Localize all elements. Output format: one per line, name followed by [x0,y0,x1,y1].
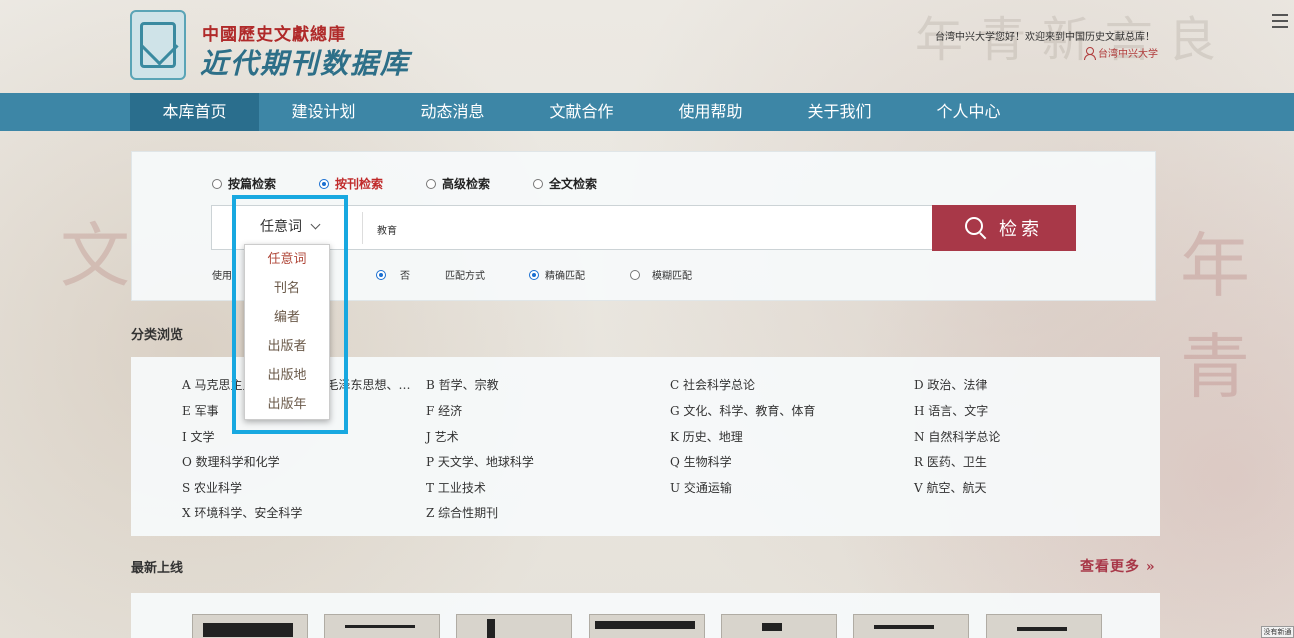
category-item[interactable]: O 数理科学和化学 [182,453,280,470]
match-mode-label: 匹配方式 [445,271,485,282]
radio-button[interactable] [533,178,543,189]
background-glyph: 文 [60,215,130,297]
category-item[interactable]: X 环境科学、安全科学 [182,504,302,521]
nav-help[interactable]: 使用帮助 [646,93,775,131]
radio-button[interactable] [212,178,222,189]
category-item[interactable]: T 工业技术 [426,479,486,496]
site-header: 中國歷史文獻總庫 近代期刊数据库 台湾中兴大学您好！欢迎来到中国历史文献总库！ … [0,0,1294,93]
category-item[interactable]: U 交通运输 [670,479,732,496]
logo-icon[interactable] [130,10,186,80]
category-item[interactable]: G 文化、科学、教育、体育 [670,402,815,419]
option-no[interactable]: 否 [376,267,410,282]
user-icon [1083,46,1096,60]
mode-advanced[interactable]: 高级检索 [426,175,533,192]
nav-home[interactable]: 本库首页 [130,93,259,131]
user-link[interactable]: 台湾中兴大学 [1083,45,1158,60]
category-item[interactable]: F 经济 [426,402,462,419]
journal-thumbnail[interactable] [589,614,705,638]
match-fuzzy[interactable]: 模糊匹配 [630,267,692,282]
category-item[interactable]: C 社会科学总论 [670,376,755,393]
journal-thumbnail[interactable] [456,614,572,638]
welcome-text: 台湾中兴大学您好！欢迎来到中国历史文献总库！ [935,32,1155,43]
category-item[interactable]: V 航空、航天 [914,479,986,496]
category-item[interactable]: R 医药、卫生 [914,453,987,470]
category-title: 分类浏览 [131,328,184,343]
radio-button-checked[interactable] [319,178,329,189]
category-item[interactable]: Z 综合性期刊 [426,504,498,521]
category-item[interactable]: Q 生物科学 [670,453,732,470]
background-glyph: 年 青 [1180,225,1250,408]
journal-thumbnail[interactable] [721,614,837,638]
user-name: 台湾中兴大学 [1098,49,1158,60]
latest-title: 最新上线 [131,561,184,576]
mode-fulltext[interactable]: 全文检索 [533,175,640,192]
mode-by-journal[interactable]: 按刊检索 [319,175,426,192]
nav-news[interactable]: 动态消息 [388,93,517,131]
nav-about[interactable]: 关于我们 [775,93,904,131]
radio-button[interactable] [426,178,436,189]
category-item[interactable]: I 文学 [182,428,215,445]
search-button[interactable]: 检索 [932,205,1076,251]
category-item[interactable]: K 历史、地理 [670,428,743,445]
match-exact[interactable]: 精确匹配 [529,267,585,282]
search-mode-group: 按篇检索 按刊检索 高级检索 全文检索 [212,175,640,192]
logo-subtitle: 近代期刊数据库 [200,47,411,80]
category-item[interactable]: N 自然科学总论 [914,428,1000,445]
category-item[interactable]: P 天文学、地球科学 [426,453,534,470]
main-nav: 本库首页 建设计划 动态消息 文献合作 使用帮助 关于我们 个人中心 [0,93,1294,131]
nav-personal-center[interactable]: 个人中心 [904,93,1033,131]
mode-by-article[interactable]: 按篇检索 [212,175,319,192]
nav-plan[interactable]: 建设计划 [259,93,388,131]
search-input[interactable]: 教育 [377,222,397,237]
radio-button-checked[interactable] [529,269,539,280]
journal-thumbnail[interactable] [986,614,1102,638]
category-item[interactable]: S 农业科学 [182,479,242,496]
journal-thumbnail[interactable] [192,614,308,638]
radio-button[interactable] [630,269,640,280]
radio-button-checked[interactable] [376,269,386,280]
highlight-box [232,195,348,434]
divider [362,212,363,244]
category-item[interactable]: B 哲学、宗教 [426,376,499,393]
view-more-link[interactable]: 查看更多 » [1080,556,1156,576]
journal-thumbnail[interactable] [853,614,969,638]
menu-icon[interactable] [1272,14,1288,28]
category-item[interactable]: D 政治、法律 [914,376,987,393]
option-use-label: 使用 [212,271,232,282]
category-item[interactable]: H 语言、文字 [914,402,988,419]
category-item[interactable]: J 艺术 [426,428,459,445]
category-item[interactable]: E 军事 [182,402,219,419]
corner-tag: 没有新通 [1261,626,1294,638]
nav-cooperation[interactable]: 文献合作 [517,93,646,131]
search-icon [965,217,987,239]
journal-thumbnail[interactable] [324,614,440,638]
